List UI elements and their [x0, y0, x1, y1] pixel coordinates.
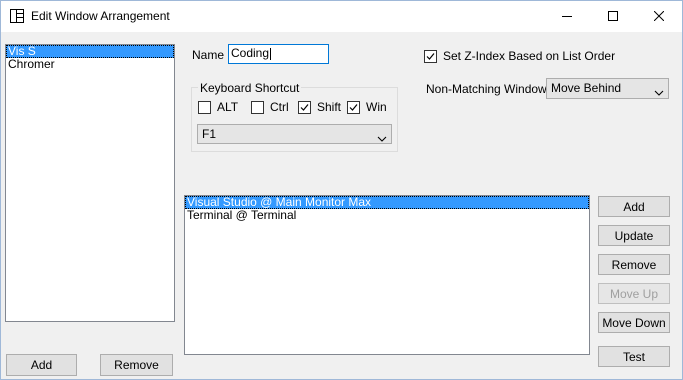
window-rules-list[interactable]: Visual Studio @ Main Monitor Max Termina… — [184, 195, 590, 355]
chevron-down-icon — [654, 84, 664, 102]
text-caret — [270, 47, 272, 60]
shortcut-key-value: F1 — [202, 127, 217, 141]
alt-label: ALT — [217, 100, 239, 114]
win-label: Win — [366, 100, 387, 114]
shortcut-key-select[interactable]: F1 — [197, 124, 392, 144]
update-rule-button[interactable]: Update — [598, 225, 670, 246]
nonmatching-select[interactable]: Move Behind — [546, 78, 669, 99]
maximize-button[interactable] — [590, 1, 636, 32]
zindex-label: Set Z-Index Based on List Order — [443, 49, 616, 63]
name-input[interactable]: Coding — [228, 44, 329, 64]
chevron-down-icon — [377, 130, 387, 148]
remove-arrangement-button[interactable]: Remove — [100, 354, 173, 376]
ctrl-label: Ctrl — [270, 100, 289, 114]
close-button[interactable] — [636, 1, 682, 32]
close-icon — [653, 10, 665, 24]
add-arrangement-button[interactable]: Add — [6, 354, 77, 376]
move-up-button[interactable]: Move Up — [598, 283, 670, 304]
checkmark-icon — [298, 100, 311, 114]
checkmark-icon — [424, 49, 437, 63]
title-bar[interactable]: Edit Window Arrangement — [1, 1, 682, 32]
window-layout-icon — [10, 9, 24, 23]
minimize-button[interactable] — [544, 1, 590, 32]
window-rule-item[interactable]: Terminal @ Terminal — [185, 209, 589, 222]
test-button[interactable]: Test — [598, 346, 670, 367]
remove-rule-button[interactable]: Remove — [598, 254, 670, 275]
maximize-icon — [608, 10, 618, 24]
checkbox-box — [251, 100, 264, 114]
arrangement-item[interactable]: Chromer — [6, 58, 174, 71]
add-rule-button[interactable]: Add — [598, 196, 670, 217]
name-label: Name — [192, 48, 225, 62]
keyboard-shortcut-label: Keyboard Shortcut — [198, 81, 302, 95]
arrangements-list[interactable]: Vis S Chromer — [5, 44, 175, 322]
alt-checkbox[interactable]: ALT — [198, 100, 238, 114]
checkmark-icon — [347, 100, 360, 114]
nonmatching-label: Non-Matching Windows: — [426, 82, 557, 96]
nonmatching-value: Move Behind — [551, 81, 622, 95]
shift-label: Shift — [317, 100, 342, 114]
ctrl-checkbox[interactable]: Ctrl — [251, 100, 289, 114]
move-down-button[interactable]: Move Down — [598, 312, 670, 333]
shift-checkbox[interactable]: Shift — [298, 100, 341, 114]
checkbox-box — [198, 100, 211, 114]
window-title: Edit Window Arrangement — [31, 9, 170, 23]
win-checkbox[interactable]: Win — [347, 100, 387, 114]
edit-window-arrangement-dialog: Edit Window Arrangement Vis S Chromer Ad… — [0, 0, 683, 380]
name-value: Coding — [231, 46, 270, 60]
minimize-icon — [562, 10, 572, 24]
zindex-checkbox[interactable]: Set Z-Index Based on List Order — [424, 49, 615, 63]
